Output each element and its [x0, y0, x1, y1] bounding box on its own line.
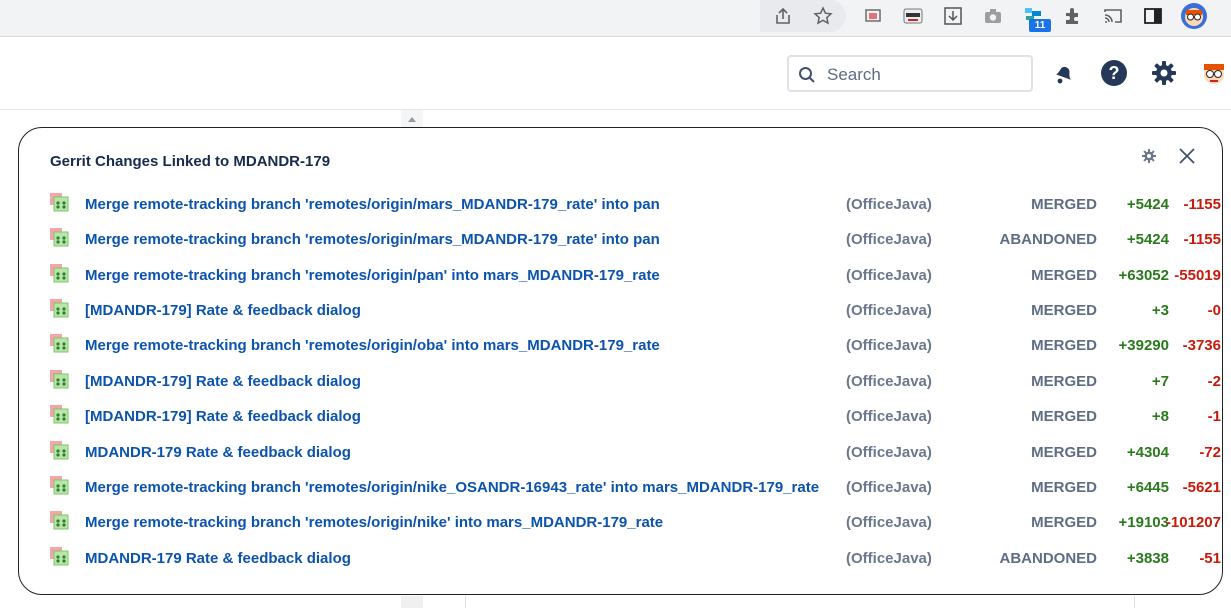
- change-subject-link[interactable]: [MDANDR-179] Rate & feedback dialog: [85, 408, 361, 425]
- cast-ext-icon[interactable]: [861, 4, 885, 28]
- gerrit-change-icon: [49, 298, 71, 320]
- change-subject-link[interactable]: Merge remote-tracking branch 'remotes/or…: [85, 267, 660, 284]
- change-project: (OfficeJava): [846, 196, 932, 213]
- change-deletions: -3736: [1182, 337, 1221, 354]
- gerrit-change-icon: [49, 369, 71, 391]
- change-project: (OfficeJava): [846, 479, 932, 496]
- scroll-up-arrow[interactable]: [401, 110, 423, 128]
- change-project: (OfficeJava): [846, 373, 932, 390]
- change-project: (OfficeJava): [846, 444, 932, 461]
- close-icon[interactable]: [1176, 145, 1198, 167]
- change-deletions: -5621: [1182, 479, 1221, 496]
- share-icon[interactable]: [771, 4, 795, 28]
- notifications-icon[interactable]: [1049, 58, 1079, 88]
- change-project: (OfficeJava): [846, 231, 932, 248]
- change-row: MDANDR-179 Rate & feedback dialog (Offic…: [49, 441, 1221, 474]
- change-deletions: -55019: [1174, 267, 1221, 284]
- change-row: MDANDR-179 Rate & feedback dialog (Offic…: [49, 547, 1221, 580]
- change-row: Merge remote-tracking branch 'remotes/or…: [49, 334, 1221, 367]
- change-project: (OfficeJava): [846, 302, 932, 319]
- gerrit-changes-dialog: Gerrit Changes Linked to MDANDR-179 Merg…: [18, 127, 1223, 595]
- browser-toolbar: 11: [0, 0, 1231, 37]
- change-deletions: -0: [1207, 302, 1221, 319]
- change-deletions: -51: [1199, 550, 1221, 567]
- search-input[interactable]: [825, 63, 1019, 87]
- change-project: (OfficeJava): [846, 514, 932, 531]
- change-deletions: -1155: [1183, 196, 1221, 213]
- change-row: [MDANDR-179] Rate & feedback dialog (Off…: [49, 370, 1221, 403]
- camera-icon[interactable]: [981, 4, 1005, 28]
- svg-text:?: ?: [1109, 63, 1120, 83]
- change-subject-link[interactable]: Merge remote-tracking branch 'remotes/or…: [85, 514, 663, 531]
- gerrit-change-icon: [49, 263, 71, 285]
- divider: [1134, 596, 1135, 608]
- dialog-settings-gear-icon[interactable]: [1140, 147, 1158, 165]
- gerrit-change-icon: [49, 192, 71, 214]
- settings-icon[interactable]: [1149, 58, 1179, 88]
- change-project: (OfficeJava): [846, 408, 932, 425]
- change-subject-link[interactable]: Merge remote-tracking branch 'remotes/or…: [85, 196, 660, 213]
- gerrit-change-icon: [49, 475, 71, 497]
- change-deletions: -72: [1199, 444, 1221, 461]
- change-deletions: -101207: [1165, 514, 1221, 531]
- gerrit-change-icon: [49, 333, 71, 355]
- star-icon[interactable]: [811, 4, 835, 28]
- change-subject-link[interactable]: MDANDR-179 Rate & feedback dialog: [85, 550, 351, 567]
- search-box[interactable]: [787, 55, 1033, 92]
- download-ext-icon[interactable]: [941, 4, 965, 28]
- sidebar-icon[interactable]: [1141, 4, 1165, 28]
- change-subject-link[interactable]: MDANDR-179 Rate & feedback dialog: [85, 444, 351, 461]
- change-subject-link[interactable]: [MDANDR-179] Rate & feedback dialog: [85, 373, 361, 390]
- gerrit-change-icon: [49, 546, 71, 568]
- scroll-track: [401, 596, 423, 608]
- change-row: [MDANDR-179] Rate & feedback dialog (Off…: [49, 299, 1221, 332]
- help-icon[interactable]: ?: [1099, 58, 1129, 88]
- change-deletions: -1155: [1183, 231, 1221, 248]
- change-project: (OfficeJava): [846, 550, 932, 567]
- change-row: Merge remote-tracking branch 'remotes/or…: [49, 511, 1221, 544]
- gerrit-change-icon: [49, 440, 71, 462]
- change-row: Merge remote-tracking branch 'remotes/or…: [49, 264, 1221, 297]
- dialog-title: Gerrit Changes Linked to MDANDR-179: [50, 153, 331, 170]
- change-project: (OfficeJava): [846, 337, 932, 354]
- change-subject-link[interactable]: [MDANDR-179] Rate & feedback dialog: [85, 302, 361, 319]
- user-avatar[interactable]: [1199, 58, 1229, 88]
- change-row: Merge remote-tracking branch 'remotes/or…: [49, 228, 1221, 261]
- cast-icon[interactable]: [1101, 4, 1125, 28]
- app-header: [0, 37, 1231, 110]
- change-deletions: -1: [1207, 408, 1221, 425]
- gerrit-change-icon: [49, 404, 71, 426]
- divider: [465, 596, 466, 608]
- incognito-ext-icon[interactable]: [901, 4, 925, 28]
- change-subject-link[interactable]: Merge remote-tracking branch 'remotes/or…: [85, 231, 660, 248]
- change-row: Merge remote-tracking branch 'remotes/or…: [49, 476, 1221, 509]
- change-deletions: -2: [1207, 373, 1221, 390]
- gerrit-change-icon: [49, 227, 71, 249]
- puzzle-icon[interactable]: [1061, 4, 1085, 28]
- extension-badge-count: 11: [1029, 19, 1051, 32]
- change-subject-link[interactable]: Merge remote-tracking branch 'remotes/or…: [85, 479, 819, 496]
- change-row: Merge remote-tracking branch 'remotes/or…: [49, 193, 1221, 226]
- change-subject-link[interactable]: Merge remote-tracking branch 'remotes/or…: [85, 337, 660, 354]
- change-row: [MDANDR-179] Rate & feedback dialog (Off…: [49, 405, 1221, 438]
- search-icon: [798, 66, 816, 89]
- profile-avatar[interactable]: [1180, 2, 1208, 30]
- gerrit-change-icon: [49, 510, 71, 532]
- change-project: (OfficeJava): [846, 267, 932, 284]
